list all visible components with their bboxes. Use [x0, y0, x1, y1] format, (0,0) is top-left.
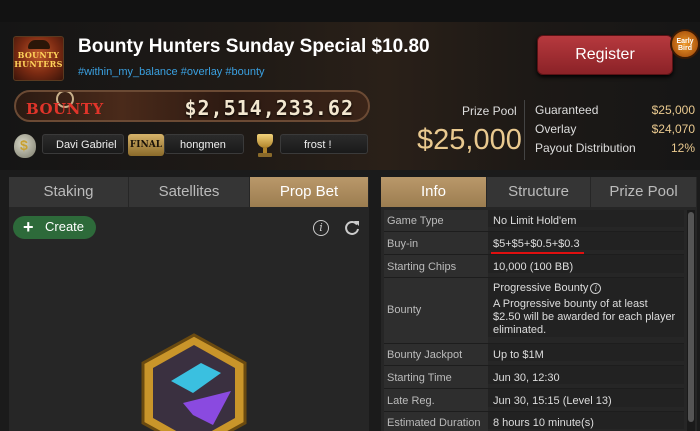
bounty-amount: $2,514,233.62 — [184, 96, 354, 120]
payout-label: Payout Distribution — [535, 141, 636, 155]
register-button[interactable]: Register — [537, 35, 673, 75]
cowboy-hat-icon — [28, 40, 50, 49]
plus-icon: + — [23, 217, 34, 237]
info-value: Up to $1M — [488, 344, 684, 361]
tournament-tags[interactable]: #within_my_balance #overlay #bounty — [78, 66, 265, 78]
tab-structure[interactable]: Structure — [487, 177, 591, 207]
info-row: Starting Chips 10,000 (100 BB) — [384, 255, 684, 278]
overlay-label: Overlay — [535, 122, 577, 136]
payout-row[interactable]: Payout Distribution 12% — [535, 139, 697, 158]
tournament-header: BOUNTY HUNTERS Bounty Hunters Sunday Spe… — [0, 0, 700, 170]
bounty-label: BOUNTY — [26, 100, 104, 118]
info-key: Game Type — [384, 210, 488, 231]
prize-pool-label: Prize Pool — [462, 104, 517, 118]
info-value: 10,000 (100 BB) — [488, 255, 684, 273]
info-value: 8 hours 10 minute(s) — [488, 412, 684, 429]
info-key: Estimated Duration — [384, 412, 488, 431]
leader-name: frost ! — [304, 139, 332, 151]
info-row: Bounty Progressive Bounty i A Progressive… — [384, 278, 684, 344]
info-value: No Limit Hold'em — [488, 210, 684, 227]
guaranteed-label: Guaranteed — [535, 103, 599, 117]
info-value: Progressive Bounty i A Progressive bounty… — [488, 278, 684, 337]
overlay-row: Overlay $24,070 — [535, 120, 697, 139]
info-value: Jun 30, 15:15 (Level 13) — [488, 389, 684, 407]
payout-value: 12% — [670, 141, 695, 155]
guaranteed-value: $25,000 — [651, 103, 695, 117]
info-key: Bounty — [384, 278, 488, 343]
prize-stats: Guaranteed $25,000 Overlay $24,070 Payou… — [535, 101, 697, 158]
early-bird-text: Early Bird — [676, 38, 694, 52]
leaderboard-strip: Davi Gabriel FINAL hongmen frost ! — [14, 128, 370, 162]
leader-item[interactable]: frost ! — [14, 132, 370, 157]
tab-info[interactable]: Info — [381, 177, 487, 207]
progressive-bounty-title: Progressive Bounty — [493, 282, 589, 294]
create-button[interactable]: + Create — [13, 216, 96, 239]
tab-prop-bet[interactable]: Prop Bet — [250, 177, 369, 207]
overlay-value: $24,070 — [651, 122, 695, 136]
trophy-icon — [252, 132, 278, 160]
tab-staking[interactable]: Staking — [9, 177, 129, 207]
info-key: Buy-in — [384, 232, 488, 254]
tab-satellites[interactable]: Satellites — [129, 177, 250, 207]
refresh-icon[interactable] — [343, 219, 361, 237]
info-key: Starting Time — [384, 366, 488, 388]
right-panel: Info Structure Prize Pool Game Type No L… — [381, 177, 697, 431]
info-row: Starting Time Jun 30, 12:30 — [384, 366, 684, 389]
info-key: Starting Chips — [384, 255, 488, 277]
progressive-bounty-desc: A Progressive bounty of at least $2.50 w… — [493, 298, 676, 336]
bounty-banner: BOUNTY $2,514,233.62 — [14, 90, 370, 122]
divider — [524, 100, 525, 160]
tab-prize-pool[interactable]: Prize Pool — [591, 177, 697, 207]
info-row: Late Reg. Jun 30, 15:15 (Level 13) — [384, 389, 684, 412]
scrollbar[interactable] — [687, 210, 695, 431]
guaranteed-row: Guaranteed $25,000 — [535, 101, 697, 120]
info-row: Game Type No Limit Hold'em — [384, 210, 684, 232]
early-bird-badge-icon: Early Bird — [670, 29, 700, 59]
tournament-logo: BOUNTY HUNTERS — [13, 36, 64, 81]
info-row: Bounty Jackpot Up to $1M — [384, 344, 684, 366]
left-panel: Staking Satellites Prop Bet + Create i — [9, 177, 369, 431]
create-label: Create — [45, 219, 85, 234]
prop-bet-emblem-icon — [141, 333, 247, 431]
buyin-highlight-underline — [491, 252, 584, 254]
info-value: Jun 30, 12:30 — [488, 366, 684, 384]
info-icon[interactable]: i — [590, 283, 602, 294]
info-table: Game Type No Limit Hold'em Buy-in $5+$5+… — [384, 210, 684, 431]
logo-text: BOUNTY HUNTERS — [14, 50, 63, 69]
info-row: Estimated Duration 8 hours 10 minute(s) — [384, 412, 684, 431]
prize-pool-amount: $25,000 — [417, 124, 522, 156]
info-icon[interactable]: i — [313, 220, 329, 236]
scrollbar-thumb[interactable] — [688, 212, 694, 422]
info-key: Late Reg. — [384, 389, 488, 411]
info-value: $5+$5+$0.5+$0.3 — [488, 232, 684, 250]
info-key: Bounty Jackpot — [384, 344, 488, 365]
tournament-title: Bounty Hunters Sunday Special $10.80 — [78, 36, 430, 57]
